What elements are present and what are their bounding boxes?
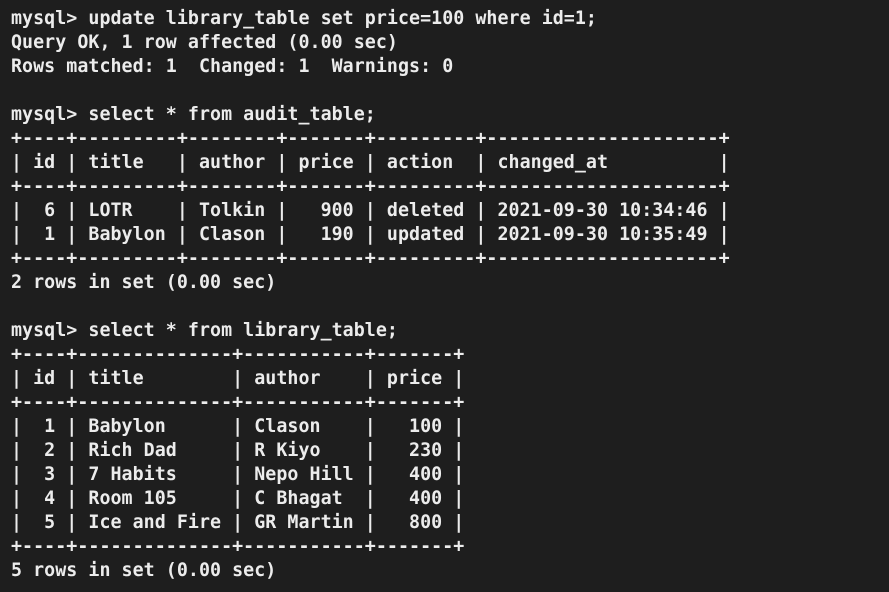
library-table-header: | id | title | author | price | — [11, 368, 465, 389]
audit-table-border-mid: +----+---------+--------+-------+-------… — [11, 176, 730, 197]
library-summary-line: 5 rows in set (0.00 sec) — [11, 560, 277, 581]
table-row: | 6 | LOTR | Tolkin | 900 | deleted | 20… — [11, 200, 730, 221]
table-row: | 4 | Room 105 | C Bhagat | 400 | — [11, 488, 465, 509]
table-row: | 3 | 7 Habits | Nepo Hill | 400 | — [11, 464, 465, 485]
table-row: | 2 | Rich Dad | R Kiyo | 230 | — [11, 440, 465, 461]
audit-table-header: | id | title | author | price | action |… — [11, 152, 730, 173]
table-row: | 5 | Ice and Fire | GR Martin | 800 | — [11, 512, 465, 533]
library-table-border-bottom: +----+--------------+-----------+-------… — [11, 536, 465, 557]
terminal-window[interactable]: mysql> update library_table set price=10… — [0, 0, 889, 592]
audit-table-border-bottom: +----+---------+--------+-------+-------… — [11, 248, 730, 269]
audit-table-border-top: +----+---------+--------+-------+-------… — [11, 128, 730, 149]
audit-prompt-line: mysql> select * from audit_table; — [11, 104, 376, 125]
library-table-border-mid: +----+--------------+-----------+-------… — [11, 392, 465, 413]
library-table-border-top: +----+--------------+-----------+-------… — [11, 344, 465, 365]
terminal-output: mysql> update library_table set price=10… — [11, 7, 730, 583]
library-prompt-line: mysql> select * from library_table; — [11, 320, 398, 341]
table-row: | 1 | Babylon | Clason | 190 | updated |… — [11, 224, 730, 245]
update-status-line: Query OK, 1 row affected (0.00 sec) — [11, 32, 398, 53]
audit-summary-line: 2 rows in set (0.00 sec) — [11, 272, 277, 293]
table-row: | 1 | Babylon | Clason | 100 | — [11, 416, 465, 437]
update-info-line: Rows matched: 1 Changed: 1 Warnings: 0 — [11, 56, 454, 77]
update-prompt-line: mysql> update library_table set price=10… — [11, 8, 597, 29]
